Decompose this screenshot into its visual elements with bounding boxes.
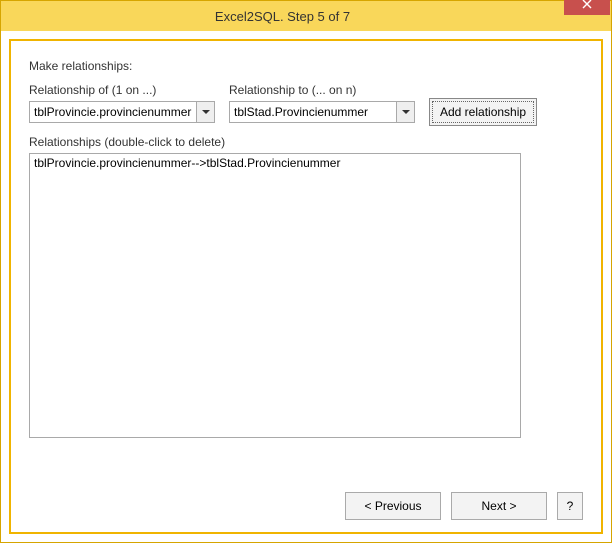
wizard-window: Excel2SQL. Step 5 of 7 Make relationship… — [0, 0, 612, 543]
window-title: Excel2SQL. Step 5 of 7 — [1, 9, 564, 24]
wizard-footer: < Previous Next > ? — [29, 476, 583, 520]
relationship-of-field: Relationship of (1 on ...) tblProvincie.… — [29, 83, 215, 123]
close-icon — [582, 0, 592, 9]
chevron-down-icon — [402, 110, 410, 114]
relationship-of-value: tblProvincie.provincienummer — [30, 105, 196, 119]
relationship-to-field: Relationship to (... on n) tblStad.Provi… — [229, 83, 415, 123]
content-frame: Make relationships: Relationship of (1 o… — [9, 39, 603, 534]
titlebar: Excel2SQL. Step 5 of 7 — [1, 1, 611, 31]
relationship-row: Relationship of (1 on ...) tblProvincie.… — [29, 83, 583, 123]
chevron-down-icon — [202, 110, 210, 114]
relationship-to-label: Relationship to (... on n) — [229, 83, 415, 97]
add-relationship-button[interactable]: Add relationship — [429, 98, 537, 126]
next-button[interactable]: Next > — [451, 492, 547, 520]
previous-button[interactable]: < Previous — [345, 492, 441, 520]
relationships-listbox[interactable]: tblProvincie.provincienummer-->tblStad.P… — [29, 153, 521, 438]
relationship-of-dropdown-button[interactable] — [196, 102, 214, 122]
close-button[interactable] — [564, 0, 610, 15]
help-button[interactable]: ? — [557, 492, 583, 520]
relationship-of-combo[interactable]: tblProvincie.provincienummer — [29, 101, 215, 123]
relationship-of-label: Relationship of (1 on ...) — [29, 83, 215, 97]
relationships-list-label: Relationships (double-click to delete) — [29, 135, 583, 149]
relationship-to-value: tblStad.Provincienummer — [230, 105, 396, 119]
relationship-to-dropdown-button[interactable] — [396, 102, 414, 122]
relationship-to-combo[interactable]: tblStad.Provincienummer — [229, 101, 415, 123]
make-relationships-label: Make relationships: — [29, 59, 583, 73]
list-item[interactable]: tblProvincie.provincienummer-->tblStad.P… — [34, 156, 516, 170]
